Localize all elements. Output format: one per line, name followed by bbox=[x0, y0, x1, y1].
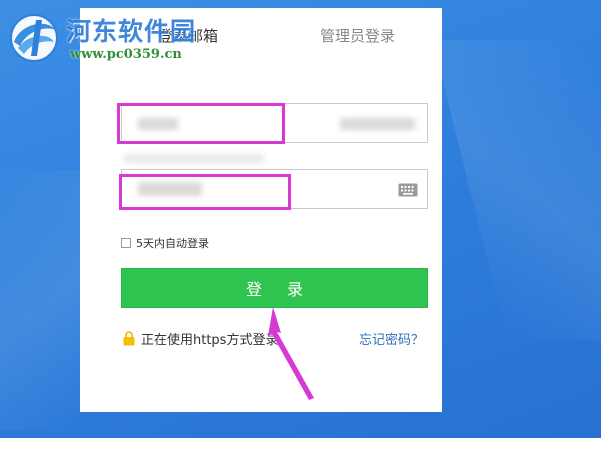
watermark-site-name: 河东软件园 bbox=[66, 17, 197, 46]
login-button[interactable]: 登 录 bbox=[121, 268, 428, 308]
redacted-hint bbox=[124, 154, 264, 163]
auto-login-label: 5天内自动登录 bbox=[136, 237, 209, 250]
https-note: 正在使用https方式登录 bbox=[123, 329, 278, 348]
forgot-password-link[interactable]: 忘记密码？ bbox=[359, 329, 424, 348]
password-field[interactable] bbox=[121, 169, 428, 209]
background-streak-right bbox=[432, 40, 601, 340]
https-note-text: 正在使用https方式登录 bbox=[141, 333, 279, 348]
auto-login-option[interactable]: 5天内自动登录 bbox=[121, 235, 209, 251]
redacted-username-domain bbox=[340, 118, 415, 130]
redacted-password bbox=[138, 182, 202, 196]
lock-icon bbox=[123, 331, 135, 346]
keyboard-icon[interactable] bbox=[398, 183, 418, 197]
username-field[interactable] bbox=[121, 103, 428, 143]
watermark-url: www.pc0359.cn bbox=[70, 47, 182, 62]
watermark-logo-icon bbox=[10, 14, 58, 62]
bottom-band bbox=[0, 438, 601, 451]
redacted-username bbox=[138, 118, 178, 130]
login-panel: 登录邮箱 管理员登录 5天内自动登录 登 录 正在使用https方式登录 忘记密… bbox=[80, 8, 442, 412]
tab-admin-login[interactable]: 管理员登录 bbox=[320, 25, 395, 46]
auto-login-checkbox[interactable] bbox=[121, 238, 131, 248]
